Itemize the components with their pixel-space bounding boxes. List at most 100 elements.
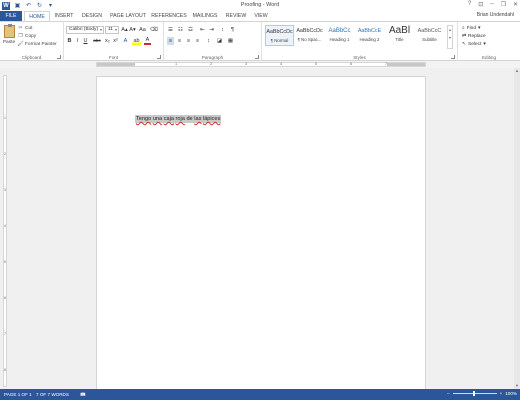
align-right-button[interactable]: ≡ xyxy=(185,37,192,45)
shrink-font-button[interactable]: A▾ xyxy=(129,26,136,34)
font-group: Calibri (Body) ▾ 11 ▾ A▴ A▾ Aa ⌫ B I U abc… xyxy=(64,22,164,61)
tab-view[interactable]: VIEW xyxy=(251,11,271,21)
window-title: Proofing - Word xyxy=(240,2,280,8)
numbering-button[interactable]: ☷ xyxy=(177,26,184,34)
style-name: ¶ No Spac... xyxy=(297,37,322,42)
font-size-box[interactable]: 11 ▾ xyxy=(105,26,119,34)
format-painter-button[interactable]: 🖌 Format Painter xyxy=(17,40,56,48)
vertical-ruler[interactable]: 1 2 3 4 5 6 7 8 xyxy=(3,75,7,387)
shading-button[interactable]: ◪ xyxy=(216,37,223,45)
search-icon: ⌕ xyxy=(462,26,465,31)
increase-indent-button[interactable]: ⇥ xyxy=(208,26,215,34)
underline-button[interactable]: U xyxy=(82,37,89,45)
align-left-button[interactable]: ≡ xyxy=(167,37,174,45)
doc-word[interactable]: caja xyxy=(164,116,174,122)
sort-button[interactable]: ↕ xyxy=(219,26,226,34)
minimize-button[interactable]: – xyxy=(490,1,493,8)
ruler-number: 7 xyxy=(385,62,388,66)
zoom-out-button[interactable]: – xyxy=(447,391,450,396)
text-effects-button[interactable]: A xyxy=(122,37,129,45)
clipboard-launcher-icon[interactable] xyxy=(57,55,61,59)
word-count[interactable]: 7 OF 7 WORDS xyxy=(36,392,69,397)
paragraph-group: ☰ ☷ ☲ ⇤ ⇥ ↕ ¶ ≡ ≡ ≡ ≡ ↕ ◪ ▦ Paragraph xyxy=(164,22,262,61)
clear-formatting-button[interactable]: ⌫ xyxy=(150,26,158,34)
style-no-spacing[interactable]: AaBbCcDc ¶ No Spac... xyxy=(295,25,324,46)
find-button[interactable]: ⌕ Find ▾ xyxy=(462,24,480,32)
zoom-slider-thumb[interactable] xyxy=(472,391,475,396)
restore-button[interactable]: ❐ xyxy=(501,1,506,8)
paste-button[interactable]: Paste xyxy=(2,24,16,50)
ruler-number: 3 xyxy=(4,188,6,192)
font-name-box[interactable]: Calibri (Body) ▾ xyxy=(66,26,104,34)
bullets-button[interactable]: ☰ xyxy=(167,26,174,34)
page-count[interactable]: PAGE 1 OF 1 xyxy=(4,392,32,397)
styles-more-icon[interactable]: ▴ ▾ xyxy=(447,25,453,49)
subscript-button[interactable]: x₂ xyxy=(104,37,111,45)
highlight-button[interactable]: ab xyxy=(132,37,141,45)
style-heading-2[interactable]: AaBbCcE Heading 2 xyxy=(355,25,384,46)
style-subtitle[interactable]: AaBbCcC Subtitle xyxy=(415,25,444,46)
strikethrough-button[interactable]: abc xyxy=(92,37,102,45)
superscript-button[interactable]: x² xyxy=(112,37,119,45)
tab-page-layout[interactable]: PAGE LAYOUT xyxy=(108,11,148,21)
editing-group: ⌕ Find ▾ ⇄ Replace ↖ Select ▾ Editing xyxy=(458,22,520,61)
bold-button[interactable]: B xyxy=(66,37,73,45)
clipboard-group: Paste ✂ Cut ❐ Copy 🖌 Format Painter Clip… xyxy=(0,22,64,61)
horizontal-ruler[interactable]: 1 2 3 4 5 6 7 xyxy=(96,62,426,67)
style-title[interactable]: AaBl Title xyxy=(385,25,414,46)
font-launcher-icon[interactable] xyxy=(157,55,161,59)
help-icon[interactable]: ? xyxy=(468,1,471,8)
replace-button[interactable]: ⇄ Replace xyxy=(462,32,486,40)
select-button[interactable]: ↖ Select ▾ xyxy=(462,40,486,48)
ribbon-display-options-icon[interactable]: ⊡ xyxy=(478,1,483,8)
style-normal[interactable]: AaBbCcDc ¶ Normal xyxy=(265,25,294,46)
doc-word[interactable]: de xyxy=(186,116,192,122)
ruler-number: 5 xyxy=(4,260,6,264)
ruler-number: 6 xyxy=(350,62,353,66)
tab-insert[interactable]: INSERT xyxy=(52,11,76,21)
tab-references[interactable]: REFERENCES xyxy=(151,11,187,21)
document-paragraph[interactable]: Tengo una caja roja de las lápices xyxy=(135,115,222,123)
status-bar: PAGE 1 OF 1 7 OF 7 WORDS 📖 – + 100% xyxy=(0,389,520,400)
vertical-scrollbar[interactable]: ▲ ▼ xyxy=(514,68,520,389)
decrease-indent-button[interactable]: ⇤ xyxy=(199,26,206,34)
doc-word[interactable]: roja xyxy=(176,116,185,122)
font-color-button[interactable]: A xyxy=(144,37,151,45)
center-button[interactable]: ≡ xyxy=(176,37,183,45)
change-case-button[interactable]: Aa xyxy=(139,26,146,34)
zoom-slider[interactable] xyxy=(452,391,497,396)
tab-mailings[interactable]: MAILINGS xyxy=(190,11,220,21)
zoom-level[interactable]: 100% xyxy=(505,391,517,396)
user-name[interactable]: Brian Undendahl xyxy=(477,12,514,18)
chevron-down-icon: ▾ xyxy=(114,27,117,32)
tab-file[interactable]: FILE xyxy=(0,11,22,21)
multilevel-list-button[interactable]: ☲ xyxy=(187,26,194,34)
tab-design[interactable]: DESIGN xyxy=(80,11,104,21)
zoom-in-button[interactable]: + xyxy=(500,391,503,396)
proofing-icon[interactable]: 📖 xyxy=(80,392,86,398)
doc-word[interactable]: una xyxy=(153,116,162,122)
cut-button[interactable]: ✂ Cut xyxy=(18,24,32,32)
scroll-up-icon[interactable]: ▲ xyxy=(514,68,520,74)
justify-button[interactable]: ≡ xyxy=(194,37,201,45)
italic-button[interactable]: I xyxy=(74,37,81,45)
close-button[interactable]: ✕ xyxy=(513,1,518,8)
show-hide-marks-button[interactable]: ¶ xyxy=(229,26,236,34)
ruler-number: 2 xyxy=(210,62,213,66)
line-spacing-button[interactable]: ↕ xyxy=(205,37,212,45)
borders-button[interactable]: ▦ xyxy=(227,37,234,45)
paragraph-launcher-icon[interactable] xyxy=(255,55,259,59)
clipboard-icon xyxy=(3,24,15,38)
doc-word[interactable]: lápices xyxy=(203,116,220,122)
document-page[interactable]: Tengo una caja roja de las lápices xyxy=(96,76,426,396)
doc-word[interactable]: las xyxy=(194,116,201,122)
doc-word[interactable]: Tengo xyxy=(136,116,151,122)
tab-review[interactable]: REVIEW xyxy=(224,11,248,21)
copy-button[interactable]: ❐ Copy xyxy=(18,32,36,40)
tab-home[interactable]: HOME xyxy=(24,11,50,21)
grow-font-button[interactable]: A▴ xyxy=(121,26,128,34)
paragraph-group-label: Paragraph xyxy=(201,55,224,60)
styles-launcher-icon[interactable] xyxy=(451,55,455,59)
chevron-down-icon: ▾ xyxy=(483,41,486,47)
style-heading-1[interactable]: AaBbCc Heading 1 xyxy=(325,25,354,46)
